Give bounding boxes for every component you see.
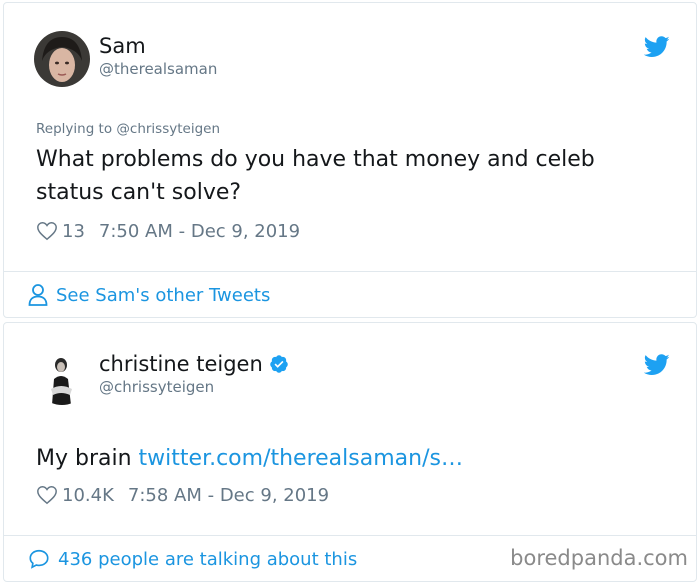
heart-icon[interactable] — [36, 484, 58, 506]
see-other-tweets-label[interactable]: See Sam's other Tweets — [56, 285, 270, 306]
author-handle[interactable]: @therealsaman — [99, 60, 217, 78]
watermark: boredpanda.com — [510, 546, 688, 570]
tweet-meta: 13 7:50 AM - Dec 9, 2019 — [36, 220, 300, 242]
author-name-row[interactable]: christine teigen — [99, 352, 289, 376]
verified-badge-icon — [270, 355, 288, 373]
person-icon — [28, 284, 48, 306]
twitter-bird-icon[interactable] — [644, 354, 670, 376]
conversation-link[interactable]: 436 people are talking about this — [28, 548, 357, 570]
tweet-card-chrissy: christine teigen @chrissyteigen My brain… — [3, 322, 697, 582]
tweet-card-sam: Sam @therealsaman Replying to @chrissyte… — [3, 2, 697, 318]
heart-icon[interactable] — [36, 220, 58, 242]
avatar[interactable] — [34, 349, 90, 405]
speech-bubble-icon — [29, 549, 49, 569]
divider — [4, 535, 696, 536]
divider — [4, 271, 696, 272]
author-handle[interactable]: @chrissyteigen — [99, 378, 214, 396]
avatar[interactable] — [34, 31, 90, 87]
timestamp[interactable]: 7:58 AM - Dec 9, 2019 — [128, 485, 329, 506]
like-count: 10.4K — [62, 484, 114, 506]
author-name[interactable]: christine teigen — [99, 352, 263, 376]
tweet-text-prefix: My brain — [36, 446, 139, 471]
timestamp[interactable]: 7:50 AM - Dec 9, 2019 — [99, 221, 300, 242]
replying-to[interactable]: Replying to @chrissyteigen — [36, 121, 220, 137]
like-count: 13 — [62, 220, 85, 242]
author-name[interactable]: Sam — [99, 34, 146, 58]
conversation-label[interactable]: 436 people are talking about this — [58, 549, 357, 570]
tweet-text: What problems do you have that money and… — [36, 147, 595, 205]
twitter-bird-icon[interactable] — [644, 36, 670, 58]
tweet-meta: 10.4K 7:58 AM - Dec 9, 2019 — [36, 484, 329, 506]
see-other-tweets-link[interactable]: See Sam's other Tweets — [28, 284, 270, 306]
tweet-link[interactable]: twitter.com/therealsaman/s… — [139, 446, 463, 471]
tweet-text: My brain twitter.com/therealsaman/s… — [36, 442, 666, 475]
